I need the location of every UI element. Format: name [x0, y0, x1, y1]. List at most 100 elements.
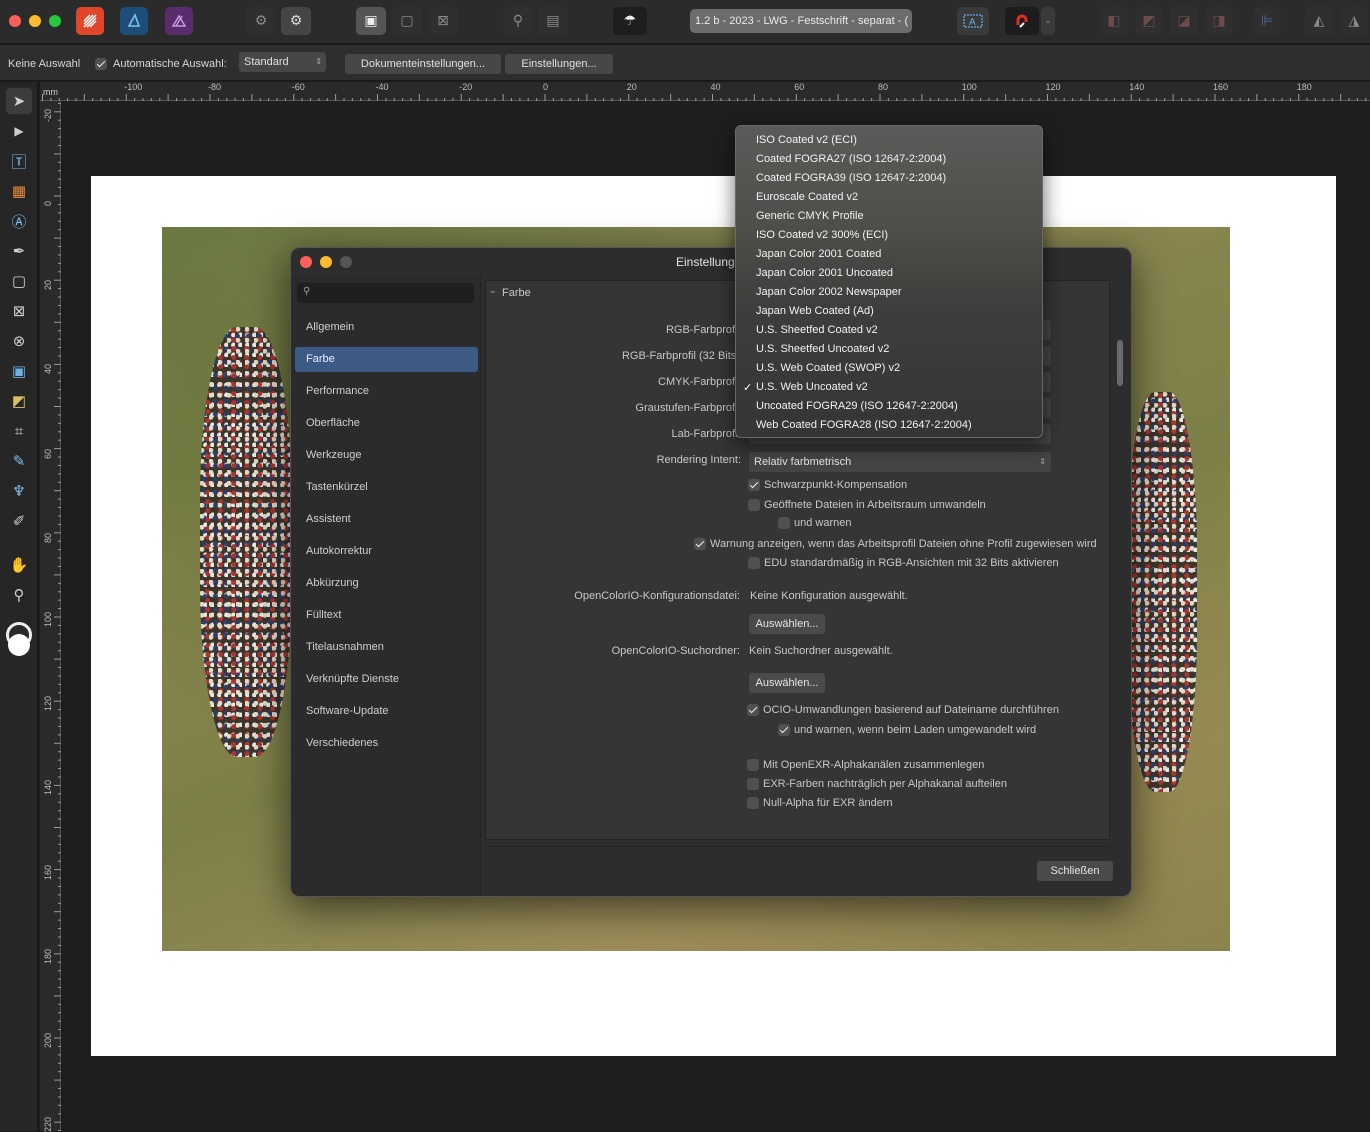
window-minimize-button[interactable]	[29, 15, 41, 27]
view-mode-icon[interactable]: ▣	[356, 7, 386, 35]
persona-develop-icon[interactable]: ⚙	[281, 7, 311, 35]
dropdown-option[interactable]: Japan Web Coated (Ad)	[756, 305, 874, 317]
window-close-button[interactable]	[9, 15, 21, 27]
document-settings-button[interactable]: Dokumenteinstellungen...	[345, 54, 501, 74]
choose-ocio-config-button[interactable]: Auswählen...	[749, 614, 825, 634]
dropdown-option[interactable]: Generic CMYK Profile	[756, 210, 864, 222]
settings-search-input[interactable]: ⚲	[297, 283, 474, 303]
dropdown-option[interactable]: Euroscale Coated v2	[756, 191, 858, 203]
fill-color-swatch[interactable]	[8, 634, 30, 656]
align-left-icon[interactable]: ⊫	[1253, 7, 1281, 35]
dropdown-option[interactable]: Coated FOGRA39 (ISO 12647-2:2004)	[756, 172, 946, 184]
move-tool-icon[interactable]: ➤	[6, 88, 32, 114]
sidebar-item-12[interactable]: Software-Update	[295, 699, 478, 724]
text-frame-tool-icon[interactable]: 🅃	[6, 148, 32, 174]
dropdown-option[interactable]: ISO Coated v2 (ECI)	[756, 134, 857, 146]
edu-default-checkbox[interactable]	[748, 557, 760, 569]
picture-frame-tool-icon[interactable]: ⊠	[6, 298, 32, 324]
flip-horizontal-icon[interactable]: ◭	[1305, 7, 1333, 35]
sidebar-item-4[interactable]: Werkzeuge	[295, 443, 478, 468]
exr-split-checkbox[interactable]	[747, 778, 759, 790]
snapping-magnet-icon[interactable]	[1005, 7, 1039, 35]
warn-assign-checkbox[interactable]	[694, 538, 706, 550]
pen-tool-icon[interactable]: ✒	[6, 238, 32, 264]
dropdown-option[interactable]: Japan Color 2001 Coated	[756, 248, 881, 260]
affinity-designer-icon[interactable]	[120, 7, 148, 35]
auto-select-label: Automatische Auswahl:	[113, 58, 227, 70]
affinity-publisher-icon[interactable]	[76, 7, 104, 35]
dialog-zoom-button[interactable]	[340, 256, 352, 268]
flip-vertical-icon[interactable]: ◮	[1340, 7, 1368, 35]
dropdown-option[interactable]: Web Coated FOGRA28 (ISO 12647-2:2004)	[756, 419, 972, 431]
persona-settings-icon[interactable]: ⚙	[246, 7, 276, 35]
sidebar-item-7[interactable]: Autokorrektur	[295, 539, 478, 564]
fill-tool-icon[interactable]: ✎	[6, 448, 32, 474]
sidebar-item-10[interactable]: Titelausnahmen	[295, 635, 478, 660]
dropdown-option[interactable]: Uncoated FOGRA29 (ISO 12647-2:2004)	[756, 400, 958, 412]
sidebar-item-11[interactable]: Verknüpfte Dienste	[295, 667, 478, 692]
preflight-icon[interactable]: ☂	[613, 7, 647, 35]
dropdown-option[interactable]: U.S. Sheetfed Uncoated v2	[756, 343, 889, 355]
auto-select-dropdown[interactable]: Standard ⇕	[239, 52, 326, 72]
place-image-tool-icon[interactable]: ▣	[6, 358, 32, 384]
ocio-warn-checkbox[interactable]	[778, 724, 790, 736]
sidebar-item-9[interactable]: Fülltext	[295, 603, 478, 628]
black-point-checkbox[interactable]	[748, 479, 760, 491]
dialog-minimize-button[interactable]	[320, 256, 332, 268]
auto-select-checkbox[interactable]	[95, 58, 107, 70]
null-alpha-checkbox[interactable]	[747, 797, 759, 809]
gradient-tool-icon[interactable]: ◩	[6, 388, 32, 414]
sidebar-item-6[interactable]: Assistent	[295, 507, 478, 532]
sidebar-item-3[interactable]: Oberfläche	[295, 411, 478, 436]
arrange-back-icon[interactable]: ◧	[1100, 7, 1128, 35]
sidebar-item-0[interactable]: Allgemein	[295, 315, 478, 340]
text-frame-icon[interactable]: A	[957, 7, 989, 35]
ellipse-frame-tool-icon[interactable]: ⊗	[6, 328, 32, 354]
table-tool-icon[interactable]: ▦	[6, 178, 32, 204]
dropdown-option[interactable]: Coated FOGRA27 (ISO 12647-2:2004)	[756, 153, 946, 165]
zoom-tool-icon[interactable]: ⚲	[6, 582, 32, 608]
close-button[interactable]: Schließen	[1037, 861, 1113, 881]
rectangle-tool-icon[interactable]: ▢	[6, 268, 32, 294]
document-tab[interactable]: 1.2 b - 2023 - LWG - Festschrift - separ…	[690, 9, 912, 33]
preview-icon[interactable]: ▢	[392, 7, 422, 35]
sidebar-item-1[interactable]: Farbe	[295, 347, 478, 372]
section-header[interactable]: Farbe	[502, 287, 531, 299]
content-scrollbar[interactable]	[1117, 340, 1123, 386]
transparency-tool-icon[interactable]: ♆	[6, 478, 32, 504]
artistic-text-tool-icon[interactable]: Ⓐ	[6, 208, 32, 234]
ocio-convert-checkbox[interactable]	[747, 704, 759, 716]
crop-tool-icon[interactable]: ⌗	[6, 418, 32, 444]
horizontal-ruler[interactable]	[40, 82, 1370, 101]
rendering-intent-select[interactable]: Relativ farbmetrisch ⇕	[749, 452, 1051, 472]
hand-tool-icon[interactable]: ✋	[6, 552, 32, 578]
node-tool-icon[interactable]: ▶	[6, 118, 32, 144]
convert-open-checkbox[interactable]	[748, 499, 760, 511]
dialog-close-button[interactable]	[300, 256, 312, 268]
window-zoom-button[interactable]	[49, 15, 61, 27]
choose-ocio-search-button[interactable]: Auswählen...	[749, 673, 825, 693]
frame-icon[interactable]: ▤	[538, 7, 568, 35]
affinity-photo-icon[interactable]	[165, 7, 193, 35]
sidebar-item-13[interactable]: Verschiedenes	[295, 731, 478, 756]
sidebar-item-2[interactable]: Performance	[295, 379, 478, 404]
dropdown-option[interactable]: U.S. Web Uncoated v2	[756, 381, 868, 393]
and-warn-checkbox[interactable]	[778, 517, 790, 529]
openexr-merge-checkbox[interactable]	[747, 759, 759, 771]
sidebar-item-5[interactable]: Tastenkürzel	[295, 475, 478, 500]
arrange-front-icon[interactable]: ◨	[1205, 7, 1233, 35]
dropdown-option[interactable]: ISO Coated v2 300% (ECI)	[756, 229, 888, 241]
arrange-forward-icon[interactable]: ◪	[1170, 7, 1198, 35]
arrange-backward-icon[interactable]: ◩	[1135, 7, 1163, 35]
dropdown-option[interactable]: Japan Color 2001 Uncoated	[756, 267, 893, 279]
settings-button[interactable]: Einstellungen...	[505, 54, 613, 74]
bleed-icon[interactable]: ⊠	[428, 7, 458, 35]
color-picker-tool-icon[interactable]: ✐	[6, 508, 32, 534]
dropdown-option[interactable]: U.S. Web Coated (SWOP) v2	[756, 362, 900, 374]
dropdown-option[interactable]: U.S. Sheetfed Coated v2	[756, 324, 878, 336]
dropdown-option[interactable]: Japan Color 2002 Newspaper	[756, 286, 902, 298]
chevron-down-icon[interactable]: ⌄	[489, 286, 497, 296]
pin-icon[interactable]: ⚲	[503, 7, 533, 35]
sidebar-item-8[interactable]: Abkürzung	[295, 571, 478, 596]
snapping-options-chevron-icon[interactable]: ⌄	[1041, 7, 1055, 35]
